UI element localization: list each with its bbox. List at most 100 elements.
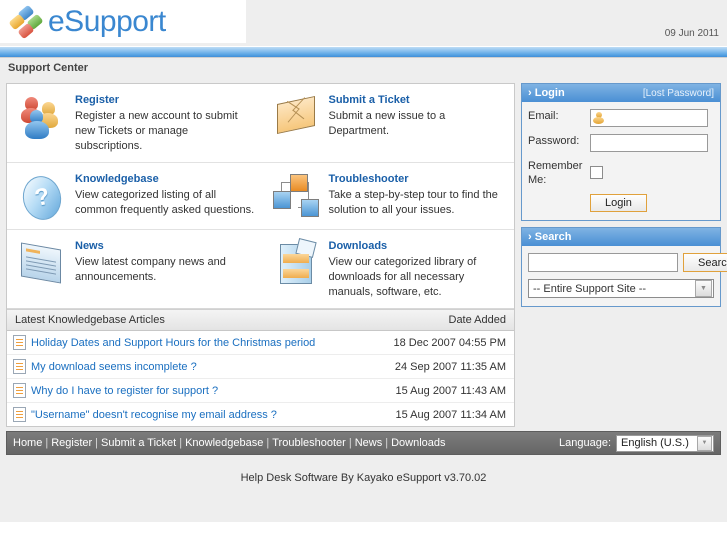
- lost-password-link[interactable]: [Lost Password]: [643, 88, 714, 99]
- footer-separator: |: [95, 437, 99, 449]
- email-label: Email:: [528, 110, 559, 122]
- kb-col-date: Date Added: [448, 314, 507, 326]
- kb-article-link[interactable]: "Username" doesn't recognise my email ad…: [31, 409, 277, 421]
- footer-link-knowledgebase[interactable]: Knowledgebase: [185, 437, 263, 449]
- footer-link-submit-a-ticket[interactable]: Submit a Ticket: [101, 437, 176, 449]
- kb-col-title: Latest Knowledgebase Articles: [15, 314, 165, 326]
- search-scope-select[interactable]: -- Entire Support Site -- ▼: [528, 279, 714, 298]
- newspaper-icon: [15, 238, 71, 288]
- kb-article-link[interactable]: My download seems incomplete ?: [31, 361, 197, 373]
- footer-separator: |: [348, 437, 352, 449]
- logo-text: eSupport: [48, 4, 166, 38]
- document-icon: [13, 359, 26, 374]
- header-accent-bar: [0, 46, 727, 58]
- kb-article-date: 18 Dec 2007 04:55 PM: [393, 336, 506, 349]
- login-panel-header: Login [Lost Password]: [522, 84, 720, 102]
- card-submit-a-ticket[interactable]: Submit a Ticket Submit a new issue to a …: [260, 84, 514, 163]
- right-column: Login [Lost Password] Email:: [521, 83, 727, 313]
- card-title-register[interactable]: Register: [75, 94, 255, 106]
- footer-separator: |: [179, 437, 183, 449]
- document-icon: [13, 407, 26, 422]
- search-panel-title: Search: [528, 231, 572, 243]
- kb-article-link[interactable]: Holiday Dates and Support Hours for the …: [31, 337, 315, 349]
- kb-article-date: 15 Aug 2007 11:43 AM: [395, 384, 507, 397]
- remember-me-label: Remember Me:: [528, 160, 583, 186]
- kb-table-body: Holiday Dates and Support Hours for the …: [7, 331, 514, 426]
- document-icon: [13, 335, 26, 350]
- card-downloads[interactable]: Downloads View our categorized library o…: [260, 230, 514, 309]
- footer-separator: |: [45, 437, 49, 449]
- search-panel-body: Search -- Entire Support Site -- ▼: [522, 246, 727, 306]
- language-label: Language:: [559, 437, 611, 449]
- card-desc-news: View latest company news and announcemen…: [75, 256, 226, 283]
- people-icon: [15, 92, 71, 142]
- footer-navigation: Home | Register | Submit a Ticket | Knowledgeb…: [6, 431, 721, 455]
- password-label: Password:: [528, 135, 580, 147]
- left-column: Register Register a new account to submi…: [6, 83, 515, 427]
- search-panel: Search Search -- Entire Support Site -- …: [521, 227, 727, 307]
- network-cubes-icon: [269, 171, 325, 221]
- language-selector-wrap: Language: English (U.S.) ▼: [559, 434, 714, 452]
- kb-article-link[interactable]: Why do I have to register for support ?: [31, 385, 218, 397]
- page-root: eSupport 09 Jun 2011 Support Center Regi…: [0, 0, 727, 522]
- card-title-downloads[interactable]: Downloads: [329, 240, 509, 252]
- chevron-down-icon: ▼: [695, 280, 712, 297]
- table-row[interactable]: "Username" doesn't recognise my email ad…: [7, 403, 514, 426]
- language-select[interactable]: English (U.S.) ▼: [616, 434, 714, 452]
- table-row[interactable]: My download seems incomplete ? 24 Sep 20…: [7, 355, 514, 379]
- footer-link-news[interactable]: News: [355, 437, 383, 449]
- remember-row: Remember Me:: [528, 159, 714, 187]
- breadcrumb: Support Center: [0, 58, 727, 79]
- kb-table-header: Latest Knowledgebase Articles Date Added: [7, 309, 514, 331]
- kb-article-date: 15 Aug 2007 11:34 AM: [395, 408, 507, 421]
- footer-separator: |: [385, 437, 389, 449]
- card-news[interactable]: News View latest company news and announ…: [7, 230, 261, 309]
- feature-cards: Register Register a new account to submi…: [7, 84, 514, 309]
- card-desc-register: Register a new account to submit new Tic…: [75, 110, 238, 152]
- footer-link-troubleshooter[interactable]: Troubleshooter: [272, 437, 346, 449]
- download-box-icon: [269, 238, 325, 288]
- card-knowledgebase[interactable]: ? Knowledgebase View categorized listing…: [7, 163, 261, 230]
- document-icon: [13, 383, 26, 398]
- envelope-icon: [269, 92, 325, 142]
- site-header: eSupport 09 Jun 2011: [0, 0, 727, 46]
- copyright-text: Help Desk Software By Kayako eSupport v3…: [240, 472, 487, 484]
- search-button[interactable]: Search: [683, 253, 727, 272]
- footer-separator: |: [266, 437, 270, 449]
- email-row: Email:: [528, 109, 714, 127]
- card-title-submit-a-ticket[interactable]: Submit a Ticket: [329, 94, 509, 106]
- login-panel-title: Login: [528, 87, 565, 99]
- chevron-down-icon: ▼: [697, 435, 712, 451]
- kb-article-date: 24 Sep 2007 11:35 AM: [394, 360, 506, 373]
- card-troubleshooter[interactable]: Troubleshooter Take a step-by-step tour …: [260, 163, 514, 230]
- password-field[interactable]: [590, 134, 708, 152]
- remember-me-checkbox[interactable]: [590, 166, 603, 179]
- search-panel-header: Search: [522, 228, 720, 246]
- login-button[interactable]: Login: [590, 194, 647, 212]
- footer-link-home[interactable]: Home: [13, 437, 42, 449]
- card-desc-troubleshooter: Take a step-by-step tour to find the sol…: [328, 189, 498, 216]
- footer-links: Home | Register | Submit a Ticket | Knowledgeb…: [13, 437, 446, 449]
- card-desc-downloads: View our categorized library of download…: [328, 256, 477, 298]
- footer-link-downloads[interactable]: Downloads: [391, 437, 445, 449]
- card-title-knowledgebase[interactable]: Knowledgebase: [75, 173, 255, 185]
- table-row[interactable]: Holiday Dates and Support Hours for the …: [7, 331, 514, 355]
- card-title-news[interactable]: News: [75, 240, 255, 252]
- email-field[interactable]: [590, 109, 708, 127]
- card-desc-submit-a-ticket: Submit a new issue to a Department.: [328, 110, 446, 137]
- table-row[interactable]: Why do I have to register for support ? …: [7, 379, 514, 403]
- search-input[interactable]: [528, 253, 678, 272]
- card-title-troubleshooter[interactable]: Troubleshooter: [329, 173, 509, 185]
- main-content: Register Register a new account to submi…: [0, 79, 727, 427]
- password-row: Password:: [528, 134, 714, 152]
- kayako-pinwheel-icon: [8, 4, 44, 39]
- question-mark-icon: ?: [15, 171, 71, 224]
- current-date: 09 Jun 2011: [664, 28, 719, 39]
- footer-link-register[interactable]: Register: [51, 437, 92, 449]
- search-scope-value: -- Entire Support Site --: [533, 282, 647, 295]
- logo[interactable]: eSupport: [0, 0, 246, 43]
- language-value: English (U.S.): [621, 437, 689, 449]
- card-desc-knowledgebase: View categorized listing of all common f…: [75, 189, 255, 216]
- card-register[interactable]: Register Register a new account to submi…: [7, 84, 261, 163]
- login-panel-body: Email: Password: Remember Me: Login: [522, 102, 720, 220]
